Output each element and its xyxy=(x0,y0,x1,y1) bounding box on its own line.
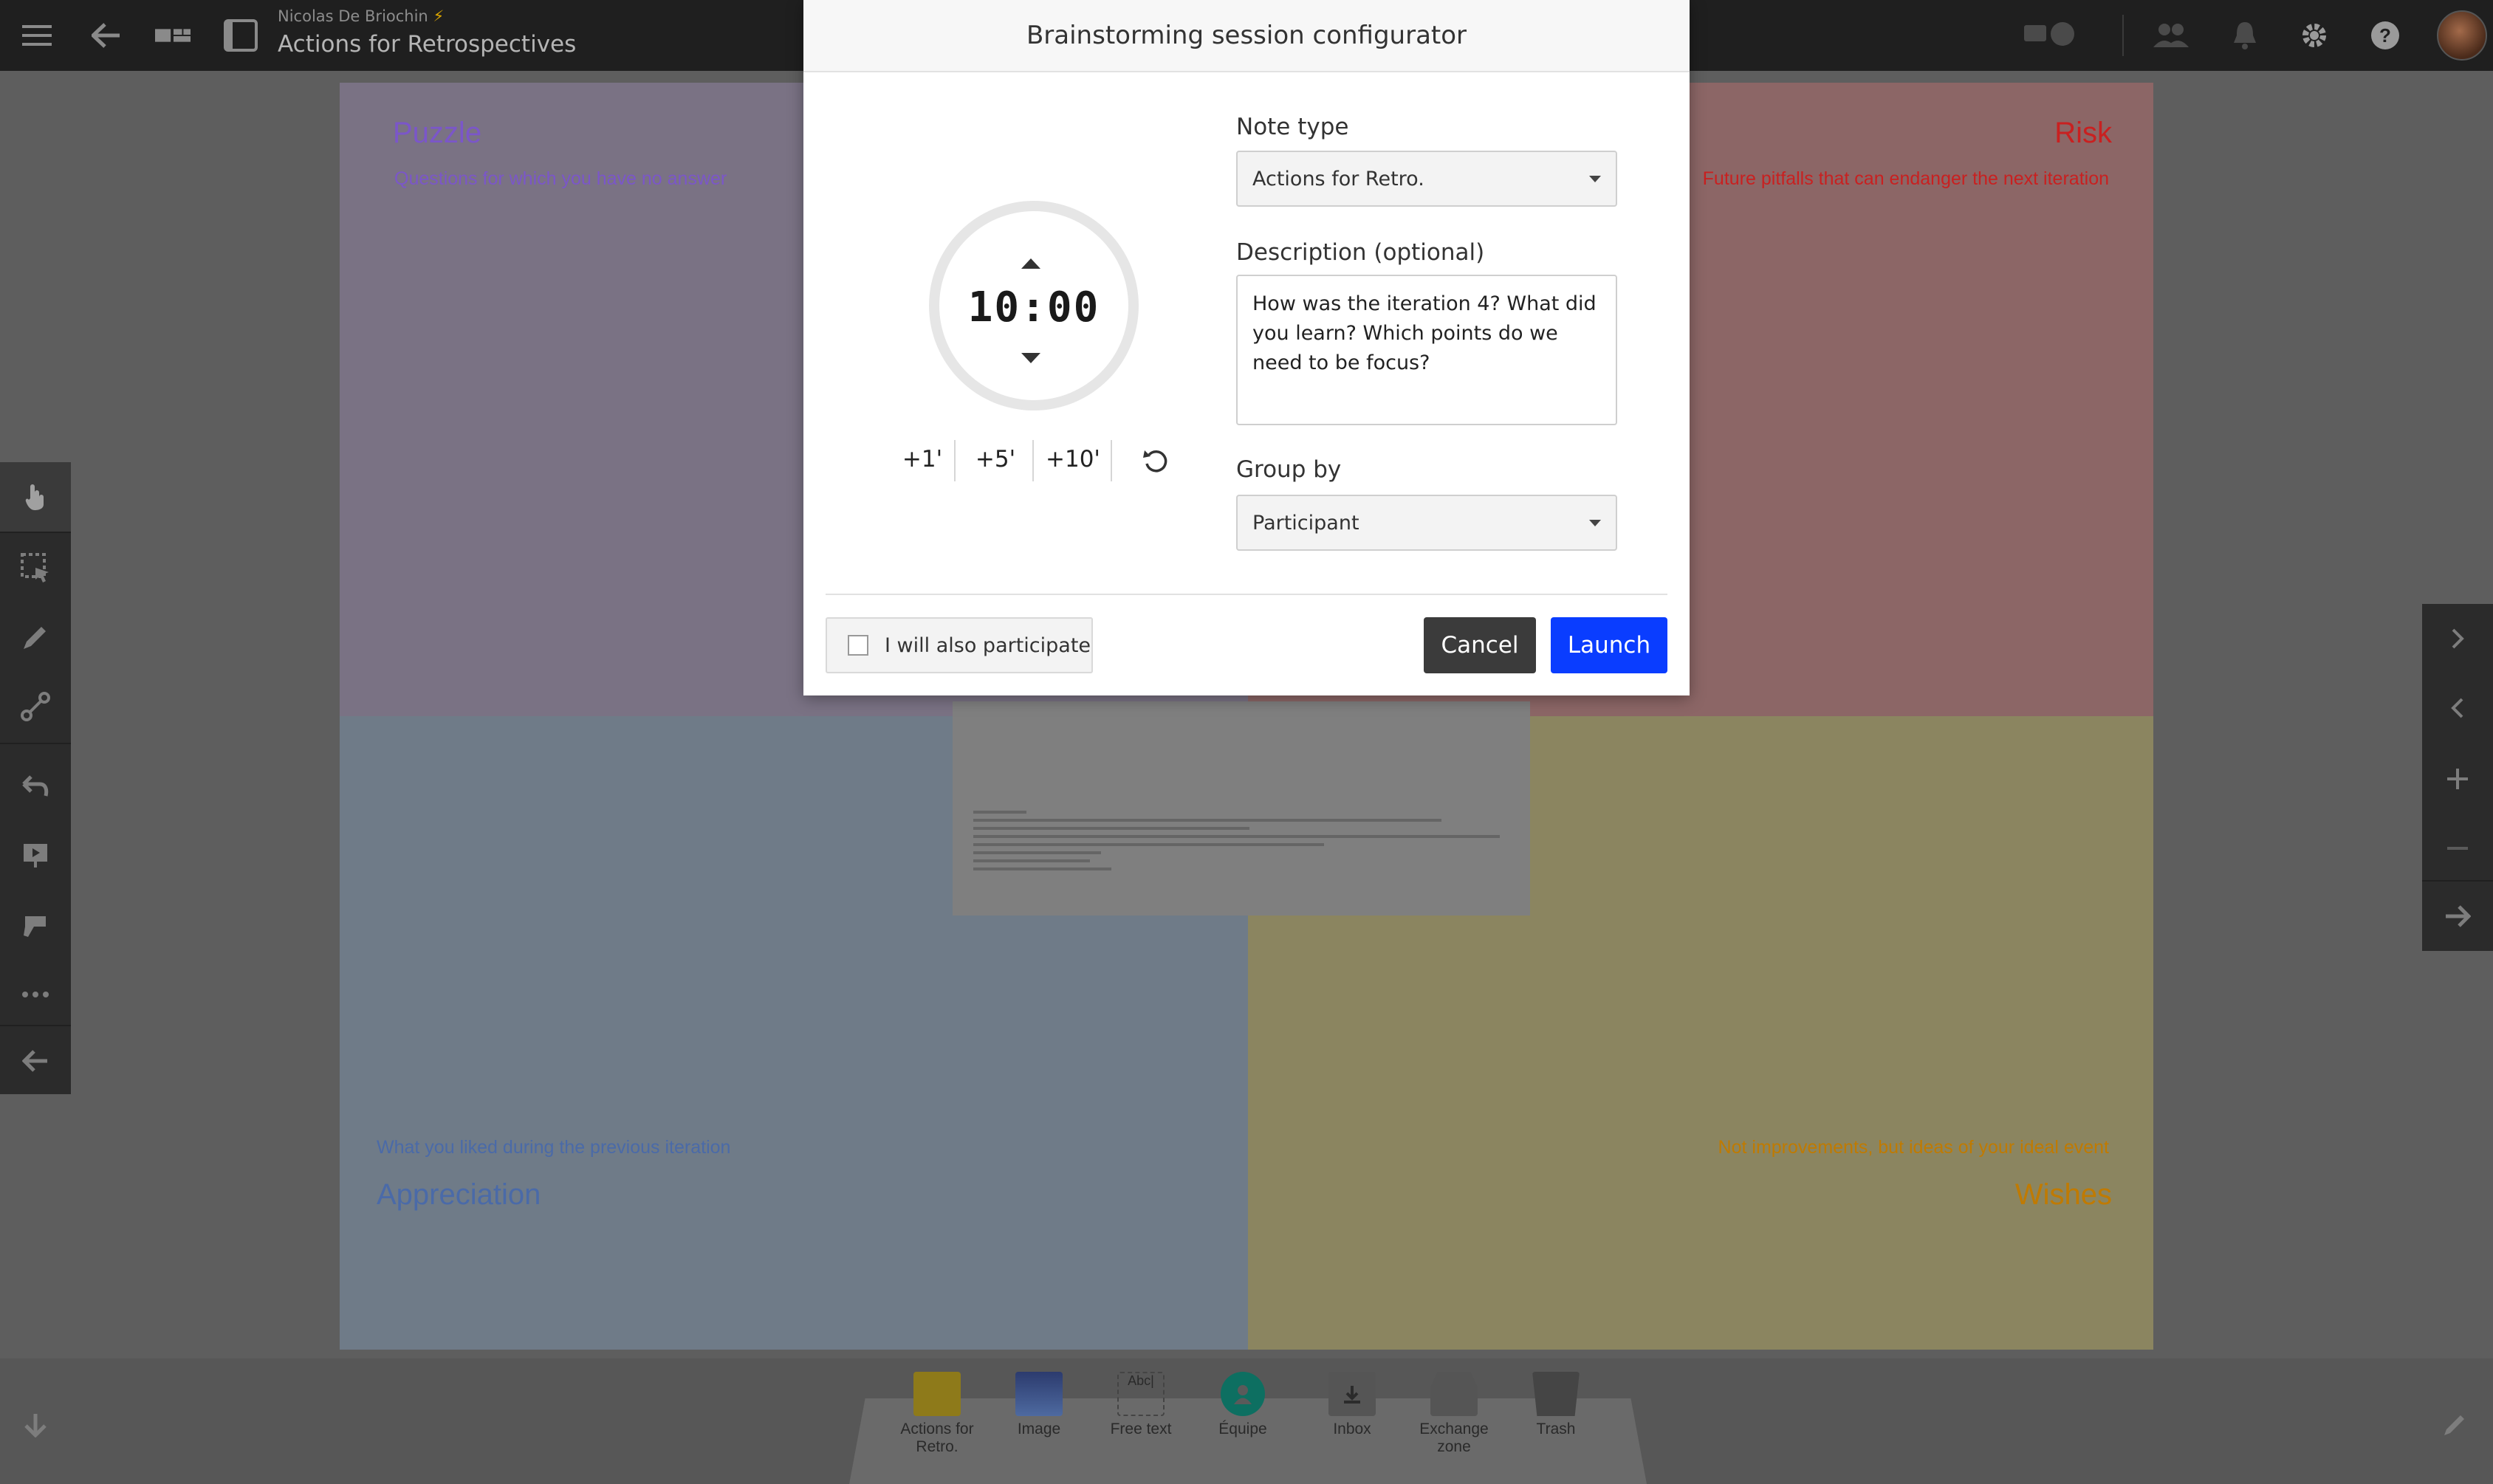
timer-increment-icon[interactable] xyxy=(1021,258,1040,269)
team-icon xyxy=(1221,1372,1265,1416)
quadrant-title-puzzle: Puzzle xyxy=(393,117,482,149)
reset-timer-icon[interactable] xyxy=(1136,440,1177,481)
svg-text:?: ? xyxy=(2379,24,2391,47)
undo-icon[interactable] xyxy=(0,752,71,821)
timer-display[interactable]: 10:00 xyxy=(939,284,1128,332)
group-by-label: Group by xyxy=(1236,456,1342,483)
pen-tool-icon[interactable] xyxy=(0,602,71,672)
tray-item-label: Inbox xyxy=(1333,1421,1371,1437)
hand-tool-icon[interactable] xyxy=(0,462,71,532)
menu-icon[interactable] xyxy=(19,18,55,53)
help-icon[interactable]: ? xyxy=(2367,18,2403,53)
chevron-down-icon xyxy=(1589,176,1601,182)
note-type-label: Note type xyxy=(1236,114,1349,140)
toolbar-divider xyxy=(0,743,71,744)
board-list-icon[interactable] xyxy=(155,18,191,53)
tray-item-label: Actions for Retro. xyxy=(900,1421,974,1455)
timer-seconds: 00 xyxy=(1046,284,1100,332)
user-name: Nicolas De Briochin xyxy=(278,7,428,25)
quadrant-subtitle-appreciation: What you liked during the previous itera… xyxy=(377,1137,731,1158)
more-options-icon[interactable] xyxy=(0,960,71,1029)
user-avatar[interactable] xyxy=(2437,10,2487,61)
note-type-value: Actions for Retro. xyxy=(1252,167,1424,190)
settings-gear-icon[interactable] xyxy=(2297,18,2332,53)
fit-to-screen-arrow-icon[interactable] xyxy=(2422,882,2493,951)
notifications-bell-icon[interactable] xyxy=(2227,18,2263,53)
description-textarea[interactable]: How was the iteration 4? What did you le… xyxy=(1236,275,1617,425)
tray-item-sticky-note[interactable]: Actions for Retro. xyxy=(889,1372,985,1456)
quadrant-title-appreciation: Appreciation xyxy=(377,1178,541,1211)
left-toolbar xyxy=(0,462,71,1094)
dialog-divider xyxy=(826,594,1667,595)
connector-tool-icon[interactable] xyxy=(0,672,71,741)
free-text-icon: Abc| xyxy=(1117,1372,1165,1416)
add-5-minutes-button[interactable]: +5' xyxy=(959,437,1032,481)
note-type-select[interactable]: Actions for Retro. xyxy=(1236,151,1617,207)
select-tool-icon[interactable] xyxy=(0,533,71,602)
tray-item-label: Exchange zone xyxy=(1419,1421,1489,1455)
user-badge: ⚡ xyxy=(433,7,445,25)
back-arrow-icon[interactable] xyxy=(89,18,124,53)
quadrant-title-risk: Risk xyxy=(2054,117,2112,149)
instructions-text xyxy=(973,811,1505,876)
quadrant-subtitle-risk: Future pitfalls that can endanger the ne… xyxy=(1702,168,2109,189)
instructions-note[interactable] xyxy=(953,701,1530,916)
group-by-select[interactable]: Participant xyxy=(1236,495,1617,551)
tray-item-exchange-zone[interactable]: Exchange zone xyxy=(1406,1372,1502,1456)
participants-icon[interactable] xyxy=(2153,18,2189,53)
dialog-title: Brainstorming session configurator xyxy=(803,0,1690,72)
image-icon xyxy=(1015,1372,1063,1416)
sticky-note-icon xyxy=(913,1372,961,1416)
tray-item-team[interactable]: Équipe xyxy=(1195,1372,1291,1438)
tray-item-label: Équipe xyxy=(1218,1421,1267,1437)
right-toolbar xyxy=(2422,604,2493,951)
timer-decrement-icon[interactable] xyxy=(1021,353,1040,363)
device-screen-icon[interactable] xyxy=(223,18,258,53)
tray-item-label: Image xyxy=(1017,1421,1061,1437)
exchange-zone-icon xyxy=(1430,1372,1478,1416)
add-10-minutes-button[interactable]: +10' xyxy=(1034,437,1112,481)
tray-item-inbox[interactable]: Inbox xyxy=(1304,1372,1400,1438)
chat-toggle-icon[interactable] xyxy=(2020,18,2079,53)
collapse-bottom-arrow-icon[interactable] xyxy=(18,1407,53,1443)
breadcrumb-user: Nicolas De Briochin ⚡ xyxy=(278,7,444,25)
edit-pencil-icon[interactable] xyxy=(2437,1406,2474,1443)
toolbar-divider xyxy=(2122,15,2124,56)
tray-item-label: Free text xyxy=(1110,1421,1172,1437)
quadrant-subtitle-wishes: Not improvements, but ideas of your idea… xyxy=(1718,1137,2109,1158)
presentation-icon[interactable] xyxy=(0,821,71,890)
description-label: Description (optional) xyxy=(1236,239,1485,266)
tray-item-label: Trash xyxy=(1536,1421,1576,1437)
tray-item-free-text[interactable]: Abc| Free text xyxy=(1093,1372,1189,1438)
chevron-right-icon[interactable] xyxy=(2422,604,2493,673)
trash-icon xyxy=(1532,1372,1580,1416)
timer-face: 10:00 xyxy=(939,211,1128,400)
zoom-in-icon[interactable] xyxy=(2422,744,2493,814)
tray-item-image[interactable]: Image xyxy=(991,1372,1087,1438)
quadrant-subtitle-puzzle: Questions for which you have no answer xyxy=(394,168,727,189)
launch-button[interactable]: Launch xyxy=(1551,617,1667,673)
participate-label: I will also participate xyxy=(885,633,1091,657)
chevron-down-icon xyxy=(1589,520,1601,526)
timer-minutes: 10 xyxy=(967,284,1021,332)
quick-add-divider xyxy=(954,440,956,481)
tray-item-trash[interactable]: Trash xyxy=(1508,1372,1604,1438)
quick-add-divider xyxy=(1111,440,1112,481)
free-text-icon-label: Abc| xyxy=(1128,1373,1154,1388)
timer: 10:00 xyxy=(929,201,1139,410)
brainstorming-dialog: Brainstorming session configurator 10:00… xyxy=(803,0,1690,695)
cancel-button[interactable]: Cancel xyxy=(1424,617,1536,673)
group-by-value: Participant xyxy=(1252,511,1359,535)
timer-separator: : xyxy=(1021,284,1047,332)
chevron-left-icon[interactable] xyxy=(2422,673,2493,743)
collapse-toolbar-arrow-icon[interactable] xyxy=(0,1026,71,1096)
quadrant-title-wishes: Wishes xyxy=(2014,1178,2112,1211)
page-title: Actions for Retrospectives xyxy=(278,31,577,58)
board-tools-icon[interactable] xyxy=(0,890,71,960)
add-1-minute-button[interactable]: +1' xyxy=(885,437,960,481)
inbox-icon xyxy=(1328,1372,1376,1416)
participate-toggle[interactable]: I will also participate xyxy=(826,617,1093,673)
participate-checkbox[interactable] xyxy=(848,635,868,656)
zoom-out-icon[interactable] xyxy=(2422,814,2493,883)
